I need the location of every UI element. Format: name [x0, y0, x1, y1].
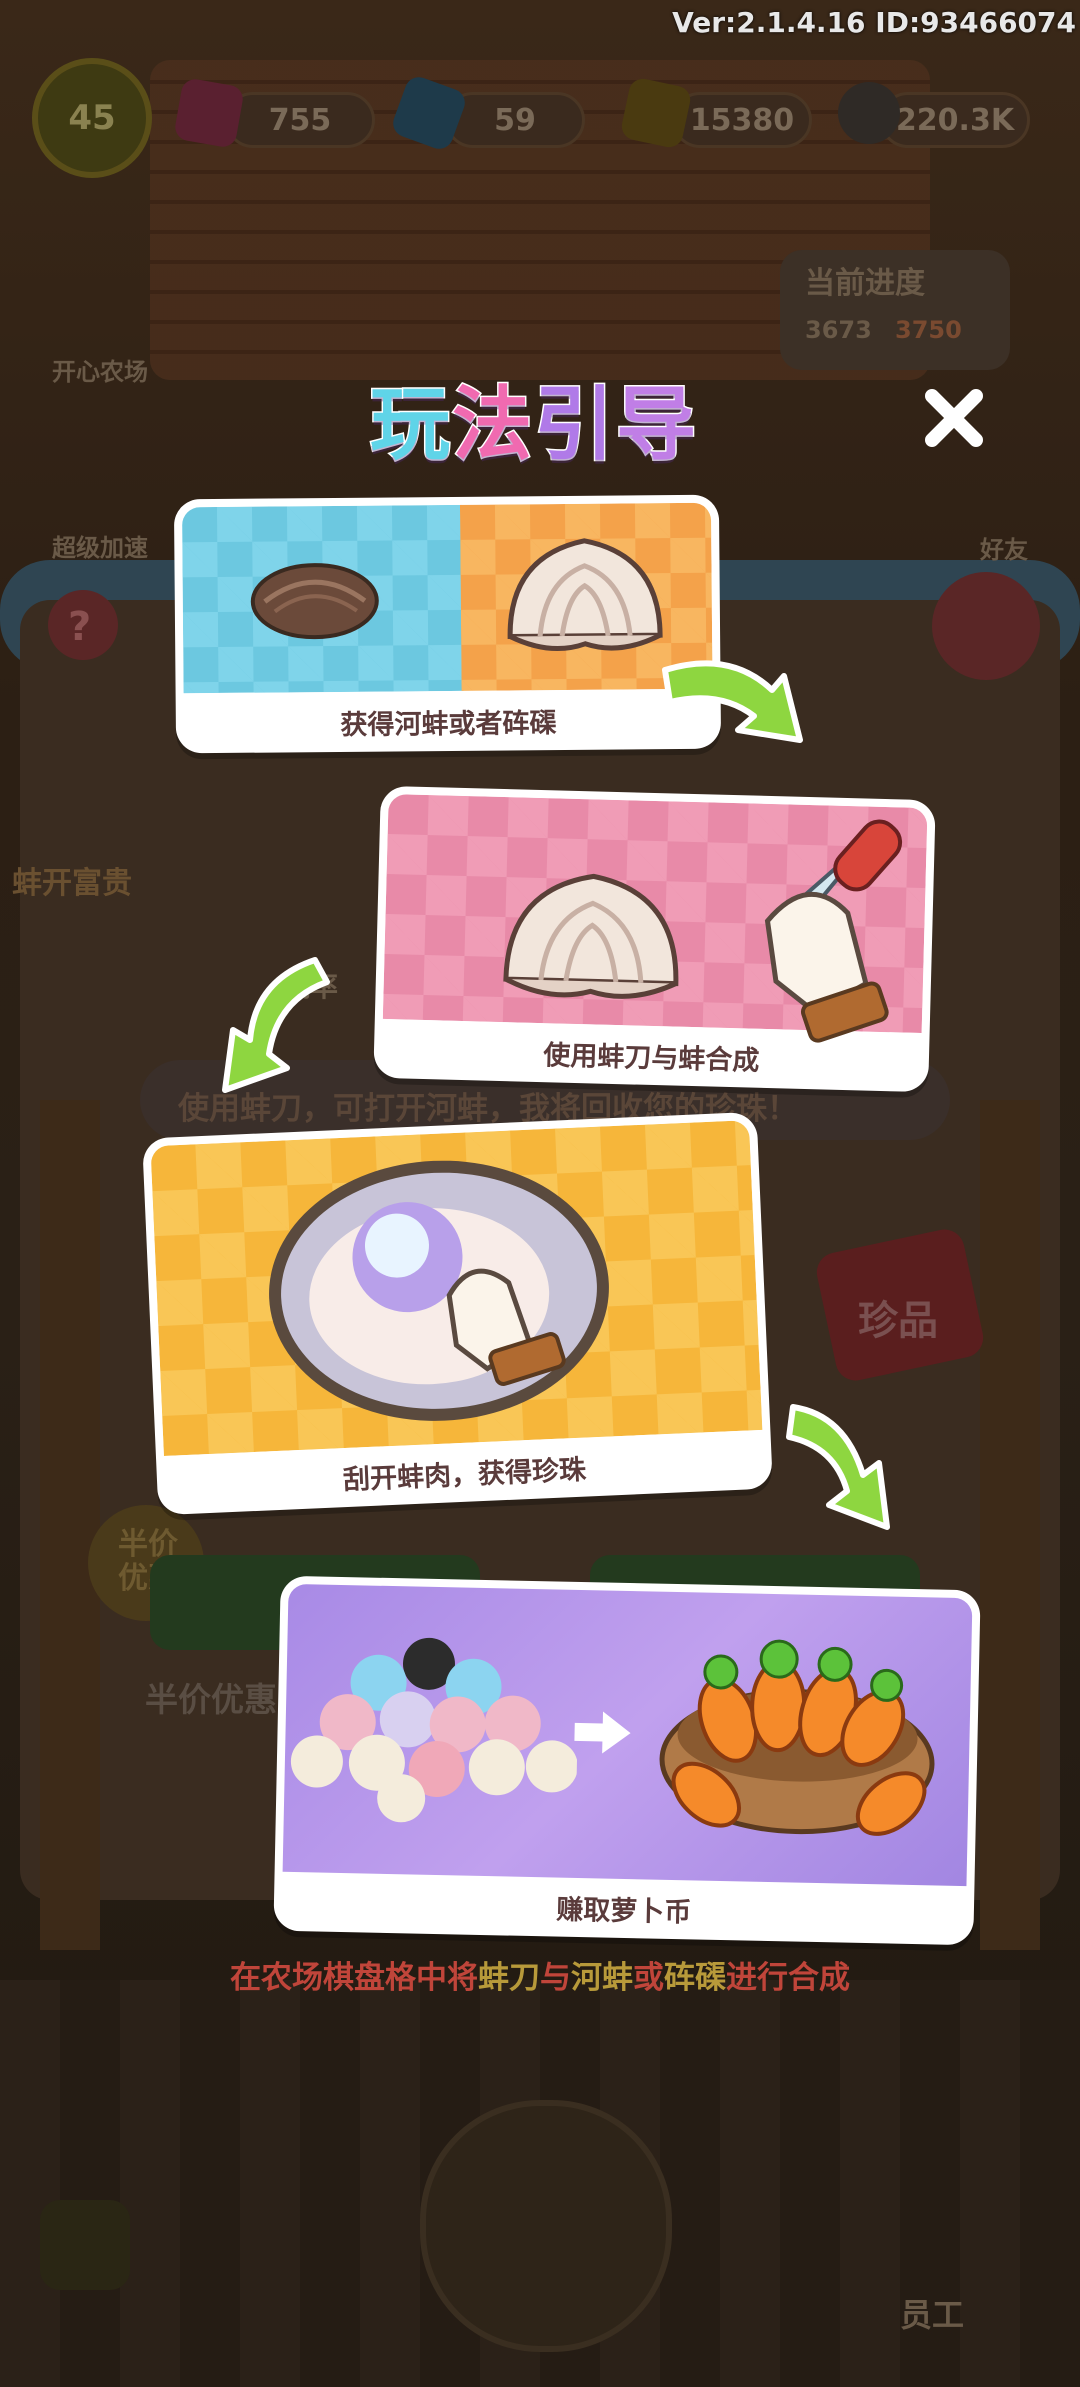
- super-speed-label[interactable]: 超级加速: [52, 528, 148, 563]
- guide-title-char-3: 引: [533, 377, 616, 473]
- pearls-pile-icon: [290, 1637, 578, 1823]
- ticket-icon[interactable]: [619, 76, 693, 150]
- clam-icon: [250, 563, 379, 640]
- giant-clam-icon: [503, 873, 679, 999]
- guide-step-2-card: 使用蚌刀与蚌合成: [373, 785, 936, 1093]
- clam-knife-hand-icon: [764, 819, 903, 1043]
- progress-total: 3750: [895, 316, 962, 344]
- instruction-part-4: 河蚌: [571, 1960, 633, 1996]
- seeds-counter: 220.3K: [880, 92, 1030, 148]
- player-level-badge[interactable]: 45: [32, 58, 152, 178]
- synthesis-instruction: 在农场棋盘格中将蚌刀与河蚌或砗磲进行合成: [0, 1952, 1080, 1997]
- stall-close-button[interactable]: [932, 572, 1040, 680]
- guide-step-1-card: 获得河蚌或者砗磲: [173, 494, 722, 754]
- event-title-label: 蚌开富贵: [12, 866, 132, 901]
- gems-counter: 755: [225, 92, 375, 148]
- half-price-button-label: 半价优惠: [145, 1680, 277, 1719]
- guide-title-char-2: 法: [451, 377, 534, 473]
- tickets-counter: 15380: [672, 92, 812, 148]
- stall-pillar-left: [40, 1100, 100, 1950]
- open-clam-pearl-icon: [269, 1160, 609, 1421]
- instruction-part-2: 蚌刀: [478, 1960, 540, 1996]
- seed-icon[interactable]: [838, 82, 900, 144]
- progress-title: 当前进度: [805, 266, 925, 301]
- guide-title-char-4: 导: [615, 377, 698, 473]
- version-id-label: Ver:2.1.4.16 ID:93466074: [672, 6, 1076, 39]
- help-icon: ?: [68, 604, 92, 650]
- guide-step-4-card: 赚取萝卜币: [273, 1575, 981, 1946]
- arrow-left-down-icon: [222, 957, 330, 1093]
- instruction-part-6: 砗磲: [664, 1960, 726, 1996]
- instruction-part-7: 进行合成: [726, 1960, 850, 1996]
- shovel-button[interactable]: [420, 2100, 672, 2352]
- instruction-part-3: 与: [540, 1960, 571, 1996]
- close-icon[interactable]: [922, 386, 986, 450]
- back-arrow-icon[interactable]: [40, 2200, 130, 2290]
- guide-step-3-card: 刮开蚌肉，获得珍珠: [142, 1111, 773, 1516]
- arrow-right-down-icon: [662, 660, 803, 743]
- friends-label[interactable]: 好友: [980, 530, 1028, 565]
- happy-farm-label[interactable]: 开心农场: [52, 352, 148, 387]
- instruction-part-1: 在农场棋盘格中将: [230, 1960, 478, 1996]
- treasure-tag-label: 珍品: [858, 1298, 938, 1344]
- arrow-right-down-icon: [786, 1404, 890, 1530]
- gem-icon[interactable]: [173, 77, 245, 149]
- diamonds-counter: 59: [445, 92, 585, 148]
- guide-title: 玩法引导: [369, 360, 698, 476]
- workers-label[interactable]: 员工: [900, 2290, 964, 2336]
- instruction-part-5: 或: [633, 1960, 664, 1996]
- progress-value: 3673: [805, 316, 872, 344]
- stall-pillar-right: [980, 1100, 1040, 1950]
- step-1-caption: 获得河蚌或者砗磲: [340, 707, 557, 741]
- arrow-right-icon: [574, 1711, 631, 1754]
- giant-clam-icon: [507, 538, 663, 651]
- carrot-basket-icon: [659, 1639, 935, 1836]
- guide-title-char-1: 玩: [369, 377, 452, 473]
